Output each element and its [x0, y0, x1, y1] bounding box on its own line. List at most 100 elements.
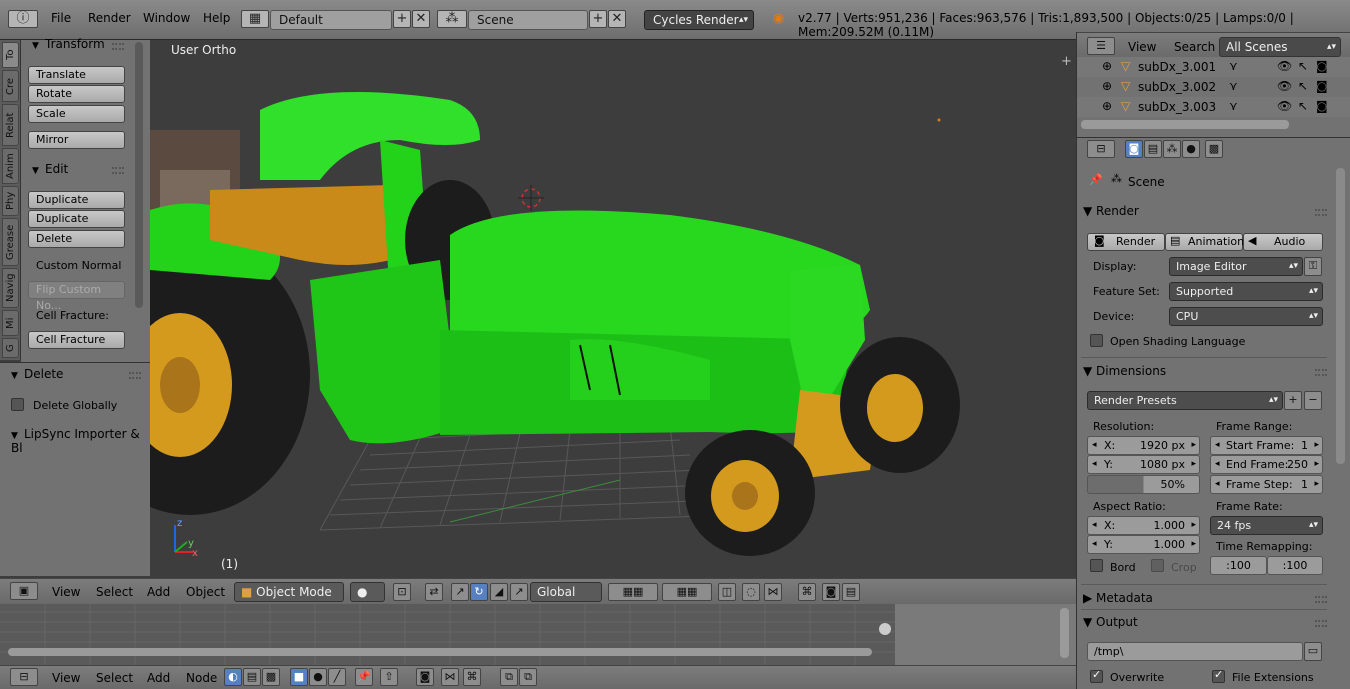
outliner-row[interactable]: ⊕ ▽ subDx_3.001 ⋎ 👁 ↖ ◙: [1077, 57, 1350, 77]
expand-icon[interactable]: ⊕: [1102, 99, 1112, 113]
delete-operator-header[interactable]: ▼ Delete: [11, 367, 63, 381]
visibility-eye-icon[interactable]: 👁: [1277, 99, 1292, 113]
visibility-eye-icon[interactable]: 👁: [1277, 79, 1292, 93]
increment-arrow-icon[interactable]: ▸: [1314, 476, 1319, 493]
mirror-button[interactable]: Mirror: [28, 131, 125, 149]
folder-browse-icon[interactable]: ▭: [1304, 642, 1322, 661]
scene-context-icon[interactable]: ⁂: [1163, 140, 1181, 158]
visibility-eye-icon[interactable]: 👁: [1277, 59, 1292, 73]
osl-checkbox[interactable]: [1090, 334, 1103, 347]
end-frame-field[interactable]: ◂ End Frame: 250 ▸: [1210, 455, 1323, 474]
tab-animation[interactable]: Anim: [2, 148, 19, 184]
menu-window[interactable]: Window: [143, 11, 190, 25]
timeline-vscrollbar[interactable]: [1060, 608, 1069, 658]
render-animation-icon[interactable]: ▤: [842, 583, 860, 601]
snap-node-icon[interactable]: ⋈: [441, 668, 459, 686]
decrement-arrow-icon[interactable]: ◂: [1092, 456, 1097, 473]
dimensions-panel-header[interactable]: ▼ Dimensions: [1083, 364, 1339, 378]
add-region-plus-icon[interactable]: +: [1061, 54, 1072, 69]
resolution-x-field[interactable]: ◂ X: 1920 px ▸: [1087, 436, 1200, 455]
feature-set-select[interactable]: Supported ▴▾: [1169, 282, 1323, 301]
render-context-camera-icon[interactable]: ◙: [1125, 140, 1143, 158]
outliner-row[interactable]: ⊕ ▽ subDx_3.003 ⋎ 👁 ↖ ◙: [1077, 97, 1350, 117]
drag-grip-icon[interactable]: [112, 167, 124, 174]
scene-field[interactable]: Scene: [468, 10, 588, 30]
menu-add[interactable]: Add: [147, 671, 170, 685]
decrement-arrow-icon[interactable]: ◂: [1215, 437, 1220, 454]
selectable-cursor-icon[interactable]: ↖: [1298, 79, 1308, 93]
tab-navigation[interactable]: Navig: [2, 268, 19, 308]
duplicate-button[interactable]: Duplicate: [28, 191, 125, 209]
drag-grip-icon[interactable]: [1315, 369, 1327, 376]
tab-misc[interactable]: Mi: [2, 310, 19, 336]
render-layers-icon[interactable]: ▤: [1144, 140, 1162, 158]
drag-grip-icon[interactable]: [112, 43, 124, 50]
menu-select[interactable]: Select: [96, 671, 133, 685]
editor-type-3dview-icon[interactable]: ▣: [10, 582, 38, 600]
file-extensions-checkbox[interactable]: [1212, 668, 1225, 683]
start-frame-field[interactable]: ◂ Start Frame: 1 ▸: [1210, 436, 1323, 455]
flip-custom-normals-button[interactable]: Flip Custom No...: [28, 281, 125, 312]
decrement-arrow-icon[interactable]: ◂: [1092, 517, 1097, 534]
3d-cursor-icon[interactable]: [518, 185, 544, 211]
tab-grease-pencil[interactable]: Grease: [2, 218, 19, 266]
menu-render[interactable]: Render: [88, 11, 131, 25]
snap-target-icon[interactable]: ⌘: [463, 668, 481, 686]
edit-panel-header[interactable]: ▼ Edit: [32, 162, 68, 176]
remap-old-field[interactable]: :100: [1210, 556, 1267, 575]
editor-type-properties-icon[interactable]: ⊟: [1087, 140, 1115, 158]
3d-viewport[interactable]: z y x User Ortho (1) +: [150, 40, 1076, 578]
aspect-x-field[interactable]: ◂ X: 1.000 ▸: [1087, 516, 1200, 535]
remove-scene-button[interactable]: ✕: [608, 10, 626, 28]
lock-interface-icon[interactable]: ⚿: [1304, 257, 1322, 276]
menu-add[interactable]: Add: [147, 585, 170, 599]
world-shader-icon[interactable]: ●: [309, 668, 327, 686]
menu-view[interactable]: View: [1128, 40, 1156, 54]
add-scene-button[interactable]: +: [589, 10, 607, 28]
object-shader-icon[interactable]: ■: [290, 668, 308, 686]
device-select[interactable]: CPU ▴▾: [1169, 307, 1323, 326]
menu-search[interactable]: Search: [1174, 40, 1215, 54]
timeline-area[interactable]: [0, 604, 1076, 665]
properties-scrollbar[interactable]: [1336, 168, 1345, 464]
drag-grip-icon[interactable]: [129, 372, 141, 379]
resolution-percentage-slider[interactable]: 50%: [1087, 475, 1200, 494]
rotate-manipulator-icon[interactable]: ↻: [470, 583, 488, 601]
expand-icon[interactable]: ⊕: [1102, 79, 1112, 93]
display-mode-select[interactable]: All Scenes ▴▾: [1219, 37, 1341, 57]
proportional-edit-icon[interactable]: ◌: [742, 583, 760, 601]
selectable-cursor-icon[interactable]: ↖: [1298, 59, 1308, 73]
renderable-camera-icon[interactable]: ◙: [1316, 79, 1328, 93]
remove-preset-button[interactable]: −: [1304, 391, 1322, 410]
increment-arrow-icon[interactable]: ▸: [1314, 437, 1319, 454]
translate-manipulator-icon[interactable]: ↗: [451, 583, 469, 601]
metadata-panel-header[interactable]: ▶ Metadata: [1083, 591, 1339, 605]
outliner-hscrollbar[interactable]: [1081, 120, 1289, 129]
snap-element-icon[interactable]: ⌘: [798, 583, 816, 601]
menu-view[interactable]: View: [52, 585, 80, 599]
add-layout-button[interactable]: +: [393, 10, 411, 28]
copy-node-icon[interactable]: ⧉: [500, 668, 518, 686]
menu-help[interactable]: Help: [203, 11, 230, 25]
render-panel-header[interactable]: ▼ Render: [1083, 204, 1339, 218]
decrement-arrow-icon[interactable]: ◂: [1092, 536, 1097, 553]
menu-select[interactable]: Select: [96, 585, 133, 599]
lock-layers-icon[interactable]: ◫: [718, 583, 736, 601]
delete-globally-checkbox[interactable]: [11, 398, 24, 411]
tab-relations[interactable]: Relat: [2, 104, 19, 146]
layers-grid-2-icon[interactable]: ▦▦: [662, 583, 712, 601]
tab-g[interactable]: G: [2, 338, 19, 358]
paste-node-icon[interactable]: ⧉: [519, 668, 537, 686]
pivot-point-icon[interactable]: ⊡: [393, 583, 411, 601]
increment-arrow-icon[interactable]: ▸: [1191, 456, 1196, 473]
scale-manipulator-icon[interactable]: ◢: [490, 583, 508, 601]
render-icon[interactable]: ◙: [822, 583, 840, 601]
decrement-arrow-icon[interactable]: ◂: [1092, 437, 1097, 454]
menu-file[interactable]: File: [51, 11, 71, 25]
output-path-field[interactable]: /tmp\: [1087, 642, 1303, 661]
editor-type-outliner-icon[interactable]: ☰: [1087, 37, 1115, 55]
menu-object[interactable]: Object: [186, 585, 225, 599]
render-presets-select[interactable]: Render Presets ▴▾: [1087, 391, 1283, 410]
delete-button[interactable]: Delete: [28, 230, 125, 248]
aspect-y-field[interactable]: ◂ Y: 1.000 ▸: [1087, 535, 1200, 554]
